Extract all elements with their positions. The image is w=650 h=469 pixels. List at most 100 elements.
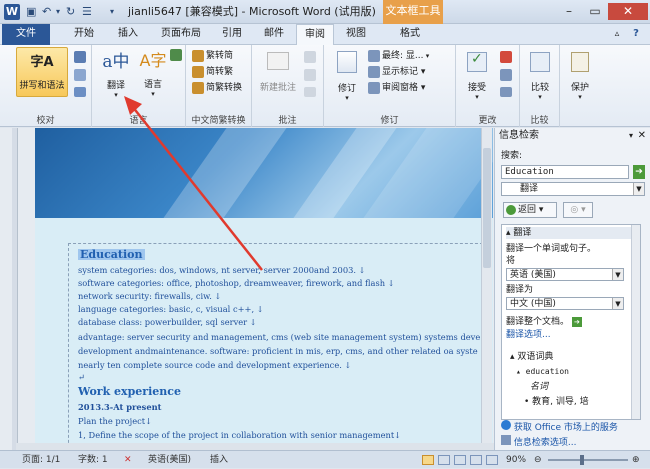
simp-to-trad-label: 简转繁 bbox=[206, 67, 234, 77]
simp-trad-convert-label: 简繁转换 bbox=[206, 83, 243, 93]
close-button[interactable]: ✕ bbox=[608, 3, 648, 20]
tab-file[interactable]: 文件 bbox=[2, 24, 50, 45]
next-comment-icon[interactable] bbox=[304, 87, 316, 97]
simp-to-trad-button[interactable]: 简转繁 bbox=[192, 65, 233, 79]
tab-references[interactable]: 引用 bbox=[214, 24, 250, 45]
simp-trad-convert-button[interactable]: 简繁转换 bbox=[192, 81, 242, 95]
from-language-select[interactable]: 英语 (美国) ▼ bbox=[506, 268, 624, 281]
dictionary-header[interactable]: ▴ 双语词典 bbox=[510, 351, 553, 363]
show-markup-label: 显示标记 ▾ bbox=[382, 67, 426, 77]
trad-to-simp-button[interactable]: 繁转简 bbox=[192, 49, 233, 63]
show-markup-button[interactable]: 显示标记 ▾ bbox=[368, 65, 425, 79]
translate-options-link[interactable]: 翻译选项... bbox=[506, 329, 551, 341]
customize-quick-access-icon[interactable]: ▾ bbox=[110, 4, 114, 20]
back-label: 返回 bbox=[518, 205, 537, 215]
undo-dropdown-icon[interactable]: ▾ bbox=[56, 4, 60, 20]
previous-change-icon[interactable] bbox=[500, 69, 512, 81]
search-go-icon[interactable]: ➔ bbox=[633, 165, 645, 179]
maximize-button[interactable]: ▭ bbox=[582, 3, 608, 20]
print-layout-icon[interactable] bbox=[422, 455, 434, 465]
protect-button[interactable]: 保护 ▾ bbox=[562, 49, 598, 101]
tab-mailings[interactable]: 邮件 bbox=[256, 24, 292, 45]
to-language-select[interactable]: 中文 (中国) ▼ bbox=[506, 297, 624, 310]
quick-access-icon[interactable]: ☰ bbox=[82, 4, 92, 20]
back-icon bbox=[506, 205, 516, 215]
web-layout-icon[interactable] bbox=[454, 455, 466, 465]
scroll-thumb[interactable] bbox=[483, 148, 491, 268]
translate-document-link[interactable]: 翻译整个文档。 ➔ bbox=[506, 316, 582, 328]
minimize-ribbon-icon[interactable]: ▵ bbox=[610, 24, 624, 45]
from-language-value: 英语 (美国) bbox=[510, 270, 556, 280]
source-select[interactable]: 翻译 ▼ bbox=[501, 182, 645, 196]
page-count[interactable]: 页面: 1/1 bbox=[22, 451, 60, 469]
reject-icon[interactable] bbox=[500, 51, 512, 63]
word-count[interactable]: 字数: 1 bbox=[78, 451, 108, 469]
compare-button[interactable]: 比较 ▾ bbox=[522, 49, 558, 101]
minimize-button[interactable]: – bbox=[556, 3, 582, 20]
redo-icon[interactable]: ↻ bbox=[66, 4, 75, 20]
tab-review[interactable]: 审阅 bbox=[296, 24, 334, 46]
zoom-level[interactable]: 90% bbox=[506, 451, 526, 469]
zoom-slider-thumb[interactable] bbox=[580, 455, 584, 465]
translate-document-go-icon: ➔ bbox=[571, 317, 582, 327]
search-input[interactable]: Education bbox=[501, 165, 629, 179]
dictionary-definition-text: 教育, 训导, 培 bbox=[532, 397, 589, 407]
translate-button[interactable]: a中 翻译 ▾ bbox=[96, 47, 136, 99]
zoom-slider[interactable] bbox=[548, 459, 628, 461]
zoom-out-icon[interactable]: ⊖ bbox=[534, 451, 542, 469]
tab-insert[interactable]: 插入 bbox=[108, 24, 148, 45]
tab-home[interactable]: 开始 bbox=[64, 24, 104, 45]
tab-format[interactable]: 格式 bbox=[392, 24, 428, 45]
document-horizontal-scrollbar[interactable] bbox=[16, 443, 494, 450]
education-heading[interactable]: Education bbox=[78, 249, 145, 260]
forward-button[interactable]: ◎ ▾ bbox=[563, 202, 593, 218]
pane-close-icon[interactable]: ✕ bbox=[638, 128, 646, 144]
outline-icon[interactable] bbox=[470, 455, 482, 465]
research-options-link[interactable]: 信息检索选项... bbox=[501, 435, 576, 449]
research-icon[interactable] bbox=[74, 51, 86, 63]
track-changes-button[interactable]: 修订 ▾ bbox=[328, 49, 366, 102]
draft-icon[interactable] bbox=[486, 455, 498, 465]
new-comment-button[interactable]: 新建批注 bbox=[256, 49, 300, 99]
full-screen-reading-icon[interactable] bbox=[438, 455, 450, 465]
delete-comment-icon[interactable] bbox=[304, 51, 316, 63]
spelling-grammar-button[interactable]: 字A 拼写和语法 bbox=[16, 47, 68, 97]
options-icon bbox=[501, 435, 511, 445]
next-change-icon[interactable] bbox=[500, 87, 512, 97]
tracking-group-label: 修订 bbox=[380, 116, 399, 126]
pane-options-icon[interactable]: ▾ bbox=[629, 128, 633, 144]
help-icon[interactable]: ? bbox=[628, 24, 644, 45]
translate-section-header[interactable]: ▴ 翻译 bbox=[506, 227, 636, 239]
undo-icon[interactable]: ↶ bbox=[42, 4, 51, 20]
previous-comment-icon[interactable] bbox=[304, 69, 316, 81]
research-task-pane: 信息检索 ▾ ✕ 搜索: Education ➔ 翻译 ▼ 返回 ▾ ◎ ▾ ▴ … bbox=[494, 128, 650, 450]
language-status[interactable]: 英语(美国) bbox=[148, 451, 191, 469]
back-button[interactable]: 返回 ▾ bbox=[503, 202, 557, 218]
insert-mode[interactable]: 插入 bbox=[210, 451, 228, 469]
final-display-dropdown[interactable]: 最终: 显... ▾ bbox=[368, 49, 429, 63]
tab-view[interactable]: 视图 bbox=[338, 24, 374, 45]
save-icon[interactable]: ▣ bbox=[26, 4, 36, 20]
get-services-link[interactable]: 获取 Office 市场上的服务 bbox=[501, 420, 618, 434]
accept-button[interactable]: ✓ 接受 ▾ bbox=[458, 49, 496, 101]
review-pane-button[interactable]: 审阅窗格 ▾ bbox=[368, 81, 425, 95]
protect-label: 保护 bbox=[570, 83, 589, 93]
zoom-in-icon[interactable]: ⊕ bbox=[632, 451, 640, 469]
show-markup-icon bbox=[368, 65, 380, 78]
status-bar: 页面: 1/1 字数: 1 ✕ 英语(美国) 插入 90% ⊖ ⊕ bbox=[0, 450, 650, 468]
proofing-group-label: 校对 bbox=[36, 116, 55, 126]
language-tools-icon[interactable] bbox=[170, 49, 182, 61]
proofing-status-icon[interactable]: ✕ bbox=[124, 451, 132, 469]
document-vertical-scrollbar[interactable] bbox=[481, 128, 492, 443]
results-scrollbar[interactable] bbox=[631, 225, 640, 419]
word-app-icon[interactable]: W bbox=[4, 4, 20, 20]
search-label: 搜索: bbox=[501, 151, 523, 161]
language-button[interactable]: A字 语言 ▾ bbox=[136, 47, 170, 99]
changes-group-label: 更改 bbox=[478, 116, 497, 126]
protect-icon bbox=[571, 52, 589, 72]
thesaurus-icon[interactable] bbox=[74, 69, 86, 81]
document-page[interactable]: Education system categories: dos, window… bbox=[35, 128, 493, 450]
word-count-icon[interactable] bbox=[74, 87, 86, 97]
context-tool-title: 文本框工具 bbox=[383, 0, 443, 24]
tab-page-layout[interactable]: 页面布局 bbox=[152, 24, 210, 45]
